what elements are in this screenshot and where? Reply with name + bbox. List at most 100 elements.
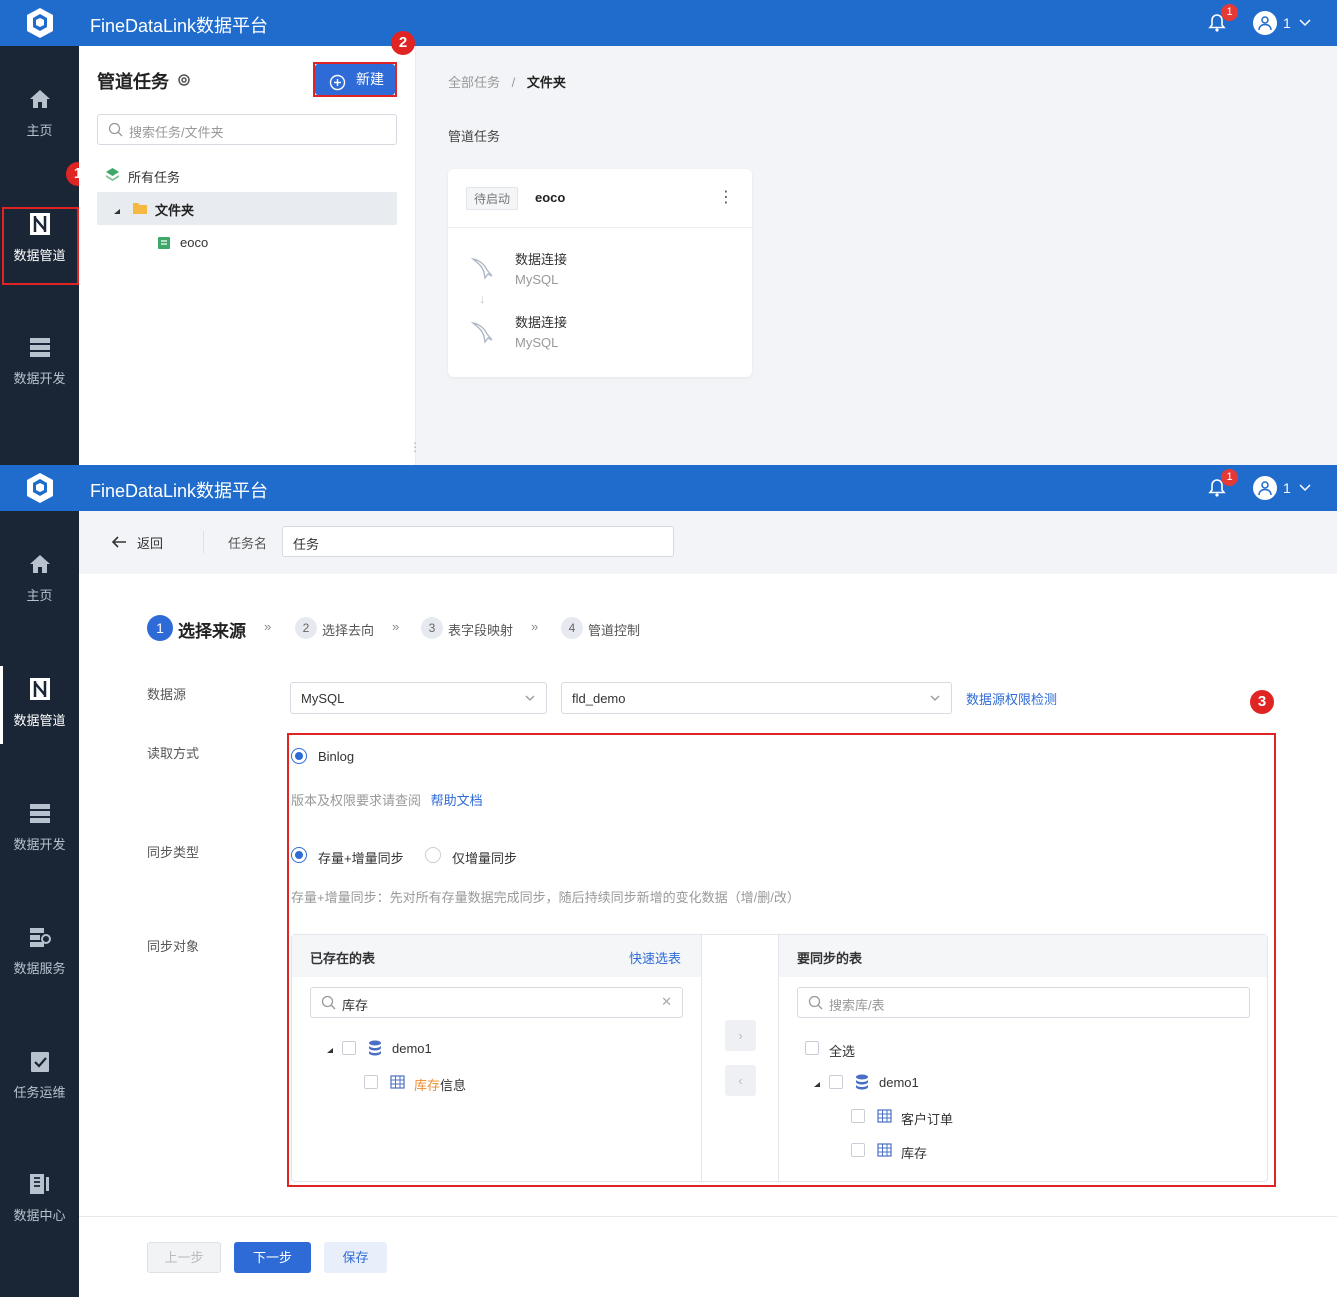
nav-item-center[interactable]: 数据中心 <box>0 1161 79 1239</box>
button-label: 保存 <box>342 1250 369 1265</box>
card-task-name: eoco <box>535 190 566 205</box>
nav-item-home[interactable]: 主页 <box>0 541 79 619</box>
step-number: 2 <box>295 617 317 639</box>
search-placeholder: 搜索任务/文件夹 <box>129 125 224 140</box>
task-name-label: 任务名 <box>228 536 268 551</box>
pipeline-editor-screen: FineDataLink数据平台 1 1 主页 数据管道 数据开发 数据服务 任… <box>0 465 1337 1297</box>
nav-label: 主页 <box>26 588 53 603</box>
button-label: 上一步 <box>164 1250 204 1265</box>
notification-badge: 1 <box>1221 469 1238 486</box>
step-number: 4 <box>561 617 583 639</box>
chevron-double-icon: » <box>392 619 400 634</box>
next-step-button[interactable]: 下一步 <box>234 1242 311 1273</box>
settings-icon[interactable] <box>176 72 192 91</box>
search-icon <box>108 122 123 140</box>
nav-item-dev[interactable]: 数据开发 <box>0 790 79 868</box>
nav-label: 数据开发 <box>13 837 66 852</box>
step-label: 选择来源 <box>178 622 246 641</box>
tree-item-all-tasks[interactable]: 所有任务 <box>105 165 305 185</box>
nav-label: 数据中心 <box>13 1208 66 1223</box>
chevron-down-icon <box>929 692 941 707</box>
source-label: 数据连接 <box>515 252 568 267</box>
side-nav: 主页 数据管道 数据开发 数据服务 任务运维 数据中心 <box>0 511 79 1297</box>
task-card[interactable]: 待启动 eoco ⋮ 数据连接 MySQL ↓ 数据连接 MySQL <box>448 169 752 377</box>
logo-icon <box>0 0 79 46</box>
tree-item-task[interactable]: eoco <box>157 233 307 253</box>
nav-label: 主页 <box>26 123 53 138</box>
nav-label: 数据开发 <box>13 371 66 386</box>
mysql-dolphin-icon <box>470 317 498 348</box>
card-divider <box>448 227 752 228</box>
arrow-down-icon: ↓ <box>479 291 486 306</box>
task-name-value: 任务 <box>293 537 320 552</box>
nav-item-dev[interactable]: 数据开发 <box>0 324 79 402</box>
permission-check-link[interactable]: 数据源权限检测 <box>966 689 1057 708</box>
nav-label: 数据管道 <box>13 713 66 728</box>
step-bar: 1 选择来源 » 2 选择去向 » 3 表字段映射 » 4 管道控制 <box>147 615 707 645</box>
chevron-down-icon <box>524 692 536 707</box>
pipeline-icon <box>27 676 53 702</box>
editor-header: 返回 任务名 任务 <box>79 511 1337 574</box>
source-type: MySQL <box>515 272 559 287</box>
target-type: MySQL <box>515 335 559 350</box>
step-label: 选择去向 <box>322 623 375 638</box>
tree-label: eoco <box>180 235 209 250</box>
logo-icon <box>0 465 79 511</box>
datasource-db-select[interactable]: fld_demo <box>561 682 952 714</box>
chevron-down-icon[interactable] <box>1298 480 1312 497</box>
highlight-source-config <box>287 733 1276 1187</box>
callout-2: 2 <box>391 31 415 55</box>
tree-item-folder[interactable]: 文件夹 <box>97 192 397 225</box>
breadcrumb: 全部任务 / 文件夹 <box>448 72 566 91</box>
nav-item-ops[interactable]: 任务运维 <box>0 1038 79 1116</box>
breadcrumb-current: 文件夹 <box>526 75 566 90</box>
nav-label: 数据服务 <box>13 961 66 976</box>
chevron-down-icon[interactable] <box>1298 15 1312 32</box>
nav-item-service[interactable]: 数据服务 <box>0 914 79 992</box>
mysql-dolphin-icon <box>470 253 498 284</box>
tree-label: 文件夹 <box>155 203 195 218</box>
top-bar: FineDataLink数据平台 1 1 <box>0 0 1337 46</box>
save-button[interactable]: 保存 <box>324 1242 387 1273</box>
section-title: 管道任务 <box>448 129 501 144</box>
step-label: 管道控制 <box>588 623 641 638</box>
step-number: 3 <box>421 617 443 639</box>
arrow-left-icon <box>111 535 127 552</box>
prev-step-button[interactable]: 上一步 <box>147 1242 221 1273</box>
task-name-input[interactable]: 任务 <box>282 526 674 557</box>
breadcrumb-root[interactable]: 全部任务 <box>448 75 500 90</box>
user-name[interactable]: 1 <box>1283 480 1291 496</box>
step-4: 4 管道控制 <box>561 617 640 639</box>
datasource-type-select[interactable]: MySQL <box>290 682 547 714</box>
user-name[interactable]: 1 <box>1283 15 1291 31</box>
chevron-double-icon: » <box>264 619 272 634</box>
step-label: 表字段映射 <box>448 623 514 638</box>
tree-label: 所有任务 <box>128 170 181 185</box>
nav-label: 任务运维 <box>13 1085 66 1100</box>
home-icon <box>27 551 53 577</box>
back-label: 返回 <box>137 536 164 551</box>
highlight-nav-pipeline <box>2 207 79 285</box>
user-avatar-icon[interactable] <box>1253 11 1277 35</box>
center-icon <box>27 1171 53 1197</box>
nav-item-home[interactable]: 主页 <box>0 76 79 154</box>
folder-icon <box>132 201 148 218</box>
dev-icon <box>27 334 53 360</box>
status-badge: 待启动 <box>466 187 519 210</box>
more-vertical-icon[interactable]: ⋮ <box>718 187 734 207</box>
button-label: 下一步 <box>252 1250 292 1265</box>
tasks-panel-title: 管道任务 <box>97 72 169 92</box>
breadcrumb-separator: / <box>511 75 516 90</box>
tasks-panel: 管道任务 新建 搜索任务/文件夹 所有任务 文件夹 eoco ⋮⋮ <box>79 46 432 465</box>
ops-icon <box>27 1048 53 1074</box>
dev-icon <box>27 800 53 826</box>
highlight-new-button <box>313 62 397 97</box>
sync-object-label: 同步对象 <box>147 939 200 954</box>
chevron-double-icon: » <box>531 619 539 634</box>
task-search-input[interactable]: 搜索任务/文件夹 <box>97 114 397 145</box>
nav-item-pipeline[interactable]: 数据管道 <box>0 666 79 744</box>
header-divider <box>203 531 204 553</box>
user-avatar-icon[interactable] <box>1253 476 1277 500</box>
notification-badge: 1 <box>1221 4 1238 21</box>
home-icon <box>27 86 53 112</box>
